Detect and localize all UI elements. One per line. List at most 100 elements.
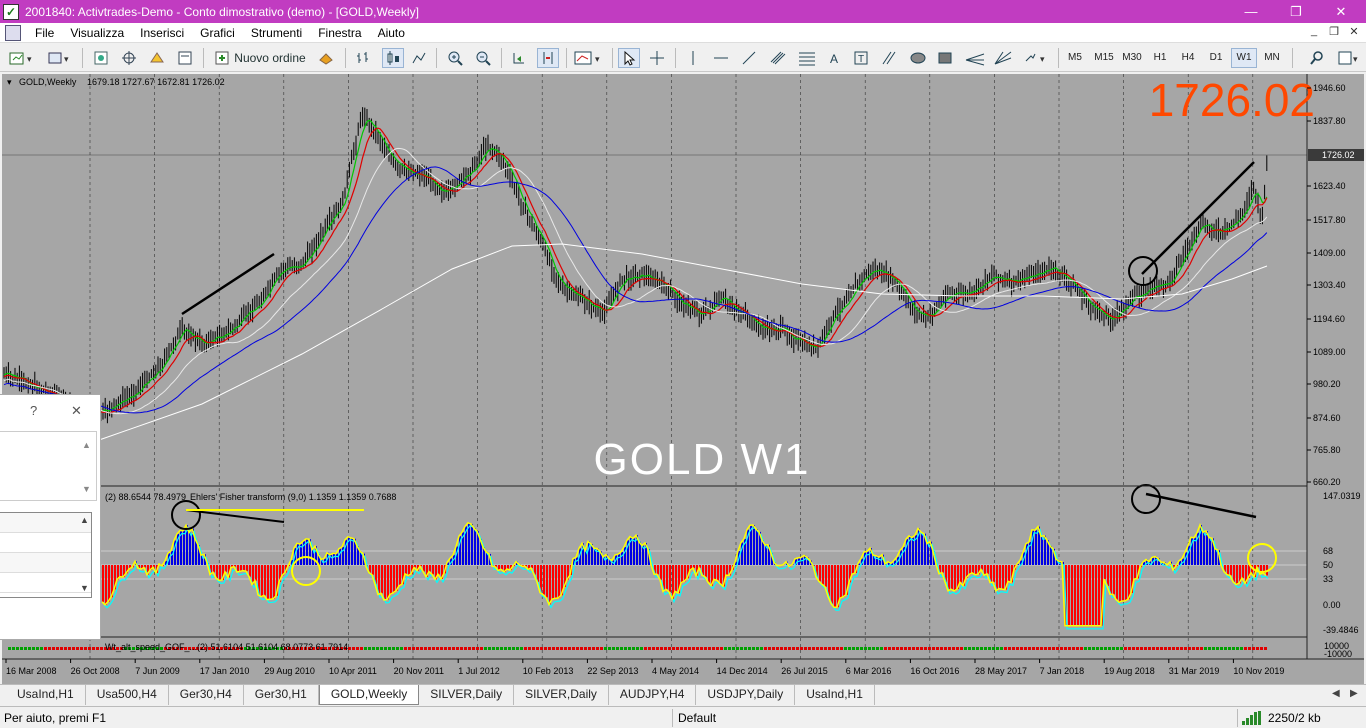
text-label-icon[interactable]: T (852, 48, 870, 68)
equidistant-channel-icon[interactable] (768, 48, 788, 68)
price-tick-label: 1194.60 (1313, 314, 1345, 324)
menu-insert[interactable]: Inserisci (132, 23, 192, 43)
timeframe-m5[interactable]: M5 (1062, 48, 1088, 68)
timeframe-w1[interactable]: W1 (1231, 48, 1257, 68)
tab-usdjpy-daily[interactable]: USDJPY,Daily (696, 685, 796, 705)
price-tick-label: 1409.00 (1313, 248, 1346, 258)
timeframe-mn[interactable]: MN (1259, 48, 1285, 68)
signal-dot (1184, 647, 1187, 650)
tabs-scroll-right-icon[interactable]: ▶ (1350, 688, 1358, 699)
menu-file[interactable]: File (27, 23, 62, 43)
dialog-list[interactable]: ▲ ▼ (0, 512, 92, 598)
new-chart-icon[interactable]: ▾ (8, 48, 42, 68)
rectangle-icon[interactable] (936, 48, 954, 68)
list-scroll-up-icon[interactable]: ▲ (80, 515, 89, 525)
terminal-icon[interactable] (176, 48, 194, 68)
chart-window-icon[interactable] (5, 24, 21, 41)
timeframe-h4[interactable]: H4 (1175, 48, 1201, 68)
chart-collapse-icon[interactable]: ▾ (7, 77, 12, 87)
chart-minimize-button[interactable]: _ (1304, 25, 1324, 41)
signal-dot (1108, 647, 1111, 650)
zoom-in-icon[interactable] (446, 48, 464, 68)
bear-histogram-bar (948, 565, 950, 591)
cursor-icon[interactable] (618, 48, 640, 68)
autotrading-icon[interactable] (316, 48, 336, 68)
profiles-icon[interactable]: ▾ (46, 48, 76, 68)
signal-dot (372, 647, 375, 650)
timeframe-h1[interactable]: H1 (1147, 48, 1173, 68)
autoscroll-icon[interactable] (510, 48, 528, 68)
bear-histogram-bar (273, 565, 275, 599)
text-icon[interactable]: A (826, 48, 844, 68)
list-scroll-down-icon[interactable]: ▼ (80, 583, 89, 593)
signal-dot (572, 647, 575, 650)
bar-chart-icon[interactable] (354, 48, 372, 68)
line-chart-icon[interactable] (410, 48, 428, 68)
tab-usa500-h4[interactable]: Usa500,H4 (86, 685, 169, 705)
horizontal-line-icon[interactable] (712, 48, 730, 68)
menu-tools[interactable]: Strumenti (243, 23, 310, 43)
search-icon[interactable] (1308, 48, 1326, 68)
tabs-scroll-left-icon[interactable]: ◀ (1332, 688, 1340, 699)
signal-dot (408, 647, 411, 650)
dialog-close-button[interactable]: ✕ (71, 403, 82, 419)
tab-usaind-h1[interactable]: UsaInd,H1 (6, 685, 86, 705)
market-watch-icon[interactable] (92, 48, 110, 68)
signal-dot (896, 647, 899, 650)
tab-silver-daily[interactable]: SILVER,Daily (419, 685, 515, 705)
bear-histogram-bar (960, 565, 962, 583)
timeframe-d1[interactable]: D1 (1203, 48, 1229, 68)
maximize-button[interactable]: ❐ (1273, 0, 1319, 23)
tab-ger30-h1[interactable]: Ger30,H1 (244, 685, 319, 705)
bear-histogram-bar (1233, 565, 1235, 582)
price-chart[interactable]: ▾ GOLD,Weekly 1679.18 1727.67 1672.81 17… (2, 74, 1364, 684)
navigator-icon[interactable] (148, 48, 166, 68)
signal-dot (60, 647, 63, 650)
chart-restore-button[interactable]: ❐ (1324, 25, 1344, 41)
signal-dot (52, 647, 55, 650)
timeframe-m30[interactable]: M30 (1119, 48, 1145, 68)
tab-usaind-h1-2[interactable]: UsaInd,H1 (795, 685, 875, 705)
scroll-down-icon[interactable]: ▼ (82, 484, 91, 494)
dialog-help-button[interactable]: ? (30, 403, 37, 418)
chart-shift-icon[interactable] (537, 48, 559, 68)
candlestick-icon[interactable] (382, 48, 404, 68)
gann-icon[interactable] (992, 48, 1014, 68)
fibonacci-icon[interactable] (796, 48, 818, 68)
bear-histogram-bar (1119, 565, 1121, 603)
new-order-button[interactable]: Nuovo ordine (212, 48, 308, 68)
menu-help[interactable]: Aiuto (370, 23, 413, 43)
signal-dot (924, 647, 927, 650)
signal-dot (652, 647, 655, 650)
signal-dot (68, 647, 71, 650)
crosshair-icon[interactable] (648, 48, 666, 68)
ellipse-icon[interactable] (908, 48, 928, 68)
trendline-icon[interactable] (740, 48, 758, 68)
signal-dot (1036, 647, 1039, 650)
signal-dot (100, 647, 103, 650)
community-icon[interactable]: ▾ (1336, 48, 1360, 68)
data-window-icon[interactable] (120, 48, 138, 68)
arrows-icon[interactable]: ▾ (1022, 48, 1052, 68)
lines-icon[interactable] (880, 48, 898, 68)
menu-charts[interactable]: Grafici (192, 23, 243, 43)
indicators-icon[interactable]: ▾ (573, 48, 607, 68)
vertical-line-icon[interactable] (684, 48, 702, 68)
timeframe-m15[interactable]: M15 (1091, 48, 1117, 68)
chart-window[interactable]: ▾ GOLD,Weekly 1679.18 1727.67 1672.81 17… (2, 74, 1364, 684)
tab-audjpy-h4[interactable]: AUDJPY,H4 (609, 685, 697, 705)
menu-window[interactable]: Finestra (310, 23, 369, 43)
minimize-button[interactable]: — (1228, 0, 1274, 23)
menu-view[interactable]: Visualizza (62, 23, 132, 43)
chart-close-button[interactable]: ✕ (1344, 25, 1364, 41)
tab-ger30-h4[interactable]: Ger30,H4 (169, 685, 244, 705)
zoom-out-icon[interactable] (474, 48, 492, 68)
andrews-pitchfork-icon[interactable] (963, 48, 987, 68)
signal-dot (728, 647, 731, 650)
tab-silver-daily-2[interactable]: SILVER,Daily (514, 685, 609, 705)
scroll-up-icon[interactable]: ▲ (82, 440, 91, 450)
signal-dot (908, 647, 911, 650)
tab-gold-weekly[interactable]: GOLD,Weekly (318, 685, 420, 705)
close-button[interactable]: ✕ (1318, 0, 1364, 23)
signal-dot (1196, 647, 1199, 650)
